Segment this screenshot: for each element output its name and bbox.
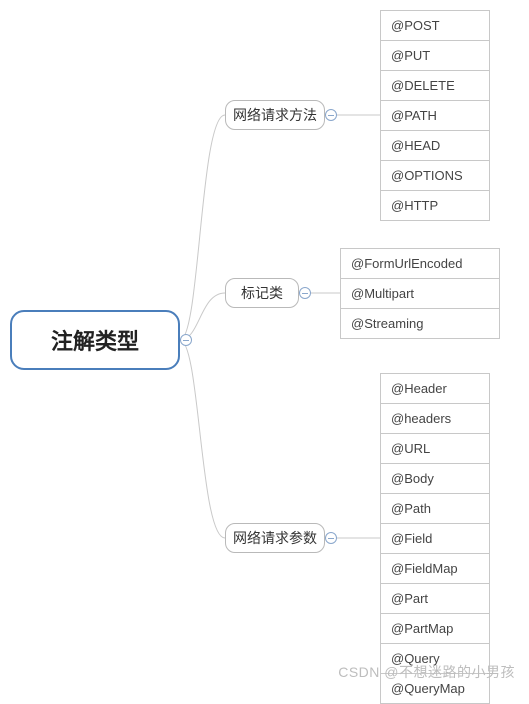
leaf-item[interactable]: @PUT: [381, 40, 489, 70]
toggle-icon[interactable]: [299, 287, 311, 299]
branch-node-markers[interactable]: 标记类: [225, 278, 299, 308]
leaf-item[interactable]: @OPTIONS: [381, 160, 489, 190]
leaf-group-markers: @FormUrlEncoded @Multipart @Streaming: [340, 248, 500, 339]
watermark-text: CSDN @不想迷路的小男孩: [338, 662, 515, 682]
leaf-item[interactable]: @FormUrlEncoded: [341, 248, 499, 278]
branch-label: 网络请求方法: [233, 105, 317, 125]
leaf-item[interactable]: @DELETE: [381, 70, 489, 100]
leaf-item[interactable]: @POST: [381, 10, 489, 40]
leaf-item[interactable]: @PATH: [381, 100, 489, 130]
leaf-item[interactable]: @URL: [381, 433, 489, 463]
leaf-item[interactable]: @Field: [381, 523, 489, 553]
toggle-icon[interactable]: [180, 334, 192, 346]
leaf-group-methods: @POST @PUT @DELETE @PATH @HEAD @OPTIONS …: [380, 10, 490, 221]
leaf-group-params: @Header @headers @URL @Body @Path @Field…: [380, 373, 490, 704]
toggle-icon[interactable]: [325, 532, 337, 544]
branch-node-methods[interactable]: 网络请求方法: [225, 100, 325, 130]
leaf-item[interactable]: @PartMap: [381, 613, 489, 643]
leaf-item[interactable]: @HTTP: [381, 190, 489, 220]
branch-label: 网络请求参数: [233, 528, 317, 548]
root-label: 注解类型: [51, 324, 139, 356]
branch-label: 标记类: [241, 283, 283, 303]
root-node[interactable]: 注解类型: [10, 310, 180, 370]
leaf-item[interactable]: @Header: [381, 373, 489, 403]
leaf-item[interactable]: @Body: [381, 463, 489, 493]
leaf-item[interactable]: @Multipart: [341, 278, 499, 308]
branch-node-params[interactable]: 网络请求参数: [225, 523, 325, 553]
leaf-item[interactable]: @Path: [381, 493, 489, 523]
leaf-item[interactable]: @headers: [381, 403, 489, 433]
leaf-item[interactable]: @Streaming: [341, 308, 499, 338]
leaf-item[interactable]: @HEAD: [381, 130, 489, 160]
mindmap-canvas: 注解类型 网络请求方法 @POST @PUT @DELETE @PATH @HE…: [0, 0, 529, 688]
leaf-item[interactable]: @Part: [381, 583, 489, 613]
leaf-item[interactable]: @FieldMap: [381, 553, 489, 583]
toggle-icon[interactable]: [325, 109, 337, 121]
